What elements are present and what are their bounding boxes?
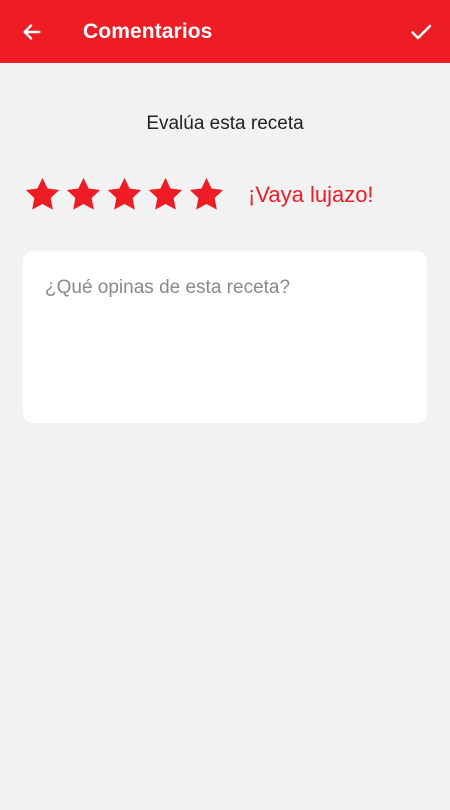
back-button[interactable] [0, 0, 64, 63]
check-icon [411, 24, 432, 39]
arrow-left-icon [23, 23, 41, 40]
rating-label: ¡Vaya lujazo! [248, 182, 374, 207]
star-icon[interactable] [65, 176, 102, 213]
comment-input[interactable] [23, 251, 427, 423]
star-icon[interactable] [147, 176, 184, 213]
star-icon[interactable] [24, 176, 61, 213]
star-rating[interactable] [24, 174, 225, 214]
confirm-button[interactable] [392, 0, 450, 63]
rating-prompt: Evalúa esta receta [146, 113, 304, 134]
star-icon[interactable] [188, 176, 225, 213]
app-bar: Comentarios [0, 0, 450, 63]
page-title: Comentarios [83, 19, 213, 43]
star-icon[interactable] [106, 176, 143, 213]
